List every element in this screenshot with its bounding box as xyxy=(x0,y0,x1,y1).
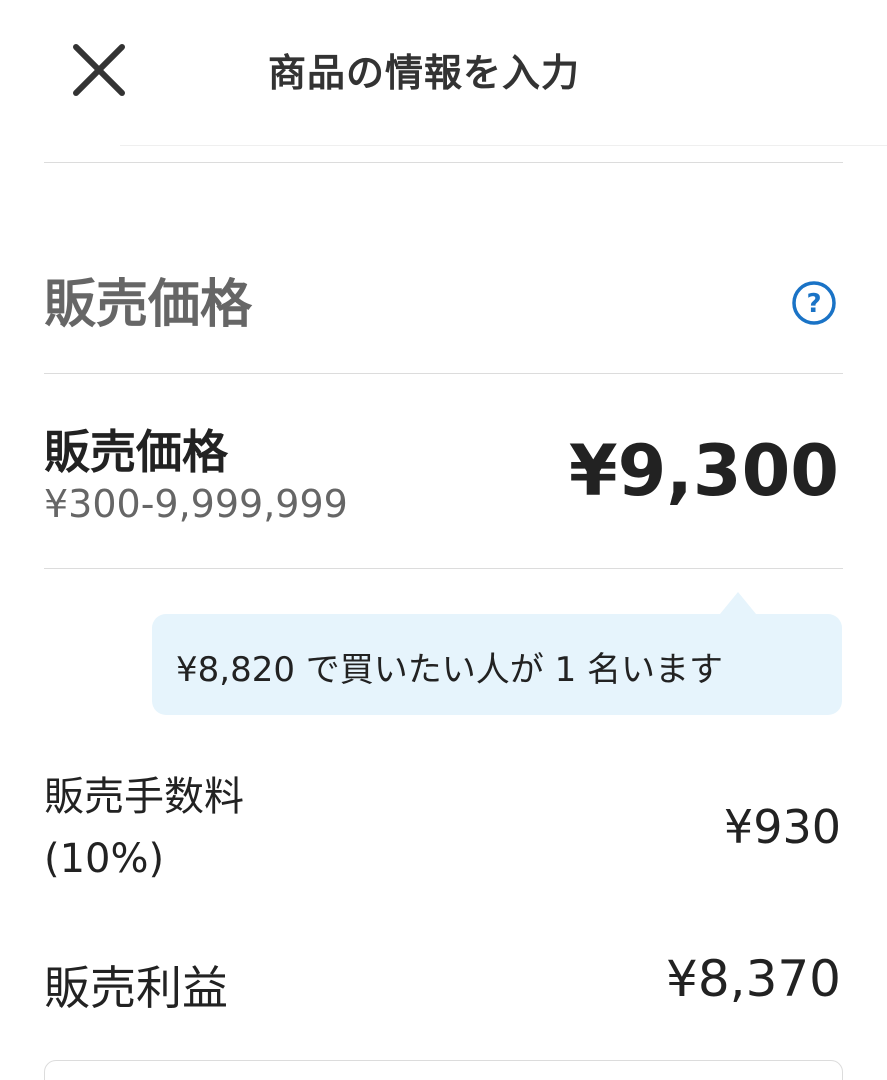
bottom-card xyxy=(44,1060,843,1080)
section-title: 販売価格 xyxy=(44,275,253,335)
section-divider-top xyxy=(44,162,843,163)
price-input[interactable]: ¥9,300 xyxy=(569,430,839,512)
header-divider xyxy=(120,145,887,146)
section-divider xyxy=(44,373,843,374)
fee-value: ¥930 xyxy=(723,800,841,854)
close-icon xyxy=(73,44,125,96)
question-circle-icon[interactable]: ? xyxy=(791,280,837,326)
fee-label-line2: (10%) xyxy=(44,836,165,882)
offer-tooltip: ¥8,820 で買いたい人が 1 名います xyxy=(152,592,842,715)
fee-label: 販売手数料 (10%) xyxy=(44,766,244,890)
header: 商品の情報を入力 xyxy=(0,0,887,145)
price-divider xyxy=(44,568,843,569)
screen: 商品の情報を入力 販売価格 ? 販売価格 ¥300-9,999,999 ¥9,3… xyxy=(0,0,887,1080)
svg-text:?: ? xyxy=(806,289,821,319)
offer-tooltip-text: ¥8,820 で買いたい人が 1 名います xyxy=(176,650,724,690)
price-range: ¥300-9,999,999 xyxy=(44,482,348,526)
profit-label: 販売利益 xyxy=(44,961,228,1015)
fee-label-line1: 販売手数料 xyxy=(44,774,244,820)
close-button[interactable] xyxy=(62,34,136,108)
page-title: 商品の情報を入力 xyxy=(268,51,581,95)
profit-value: ¥8,370 xyxy=(666,950,841,1008)
price-label: 販売価格 xyxy=(44,425,228,479)
